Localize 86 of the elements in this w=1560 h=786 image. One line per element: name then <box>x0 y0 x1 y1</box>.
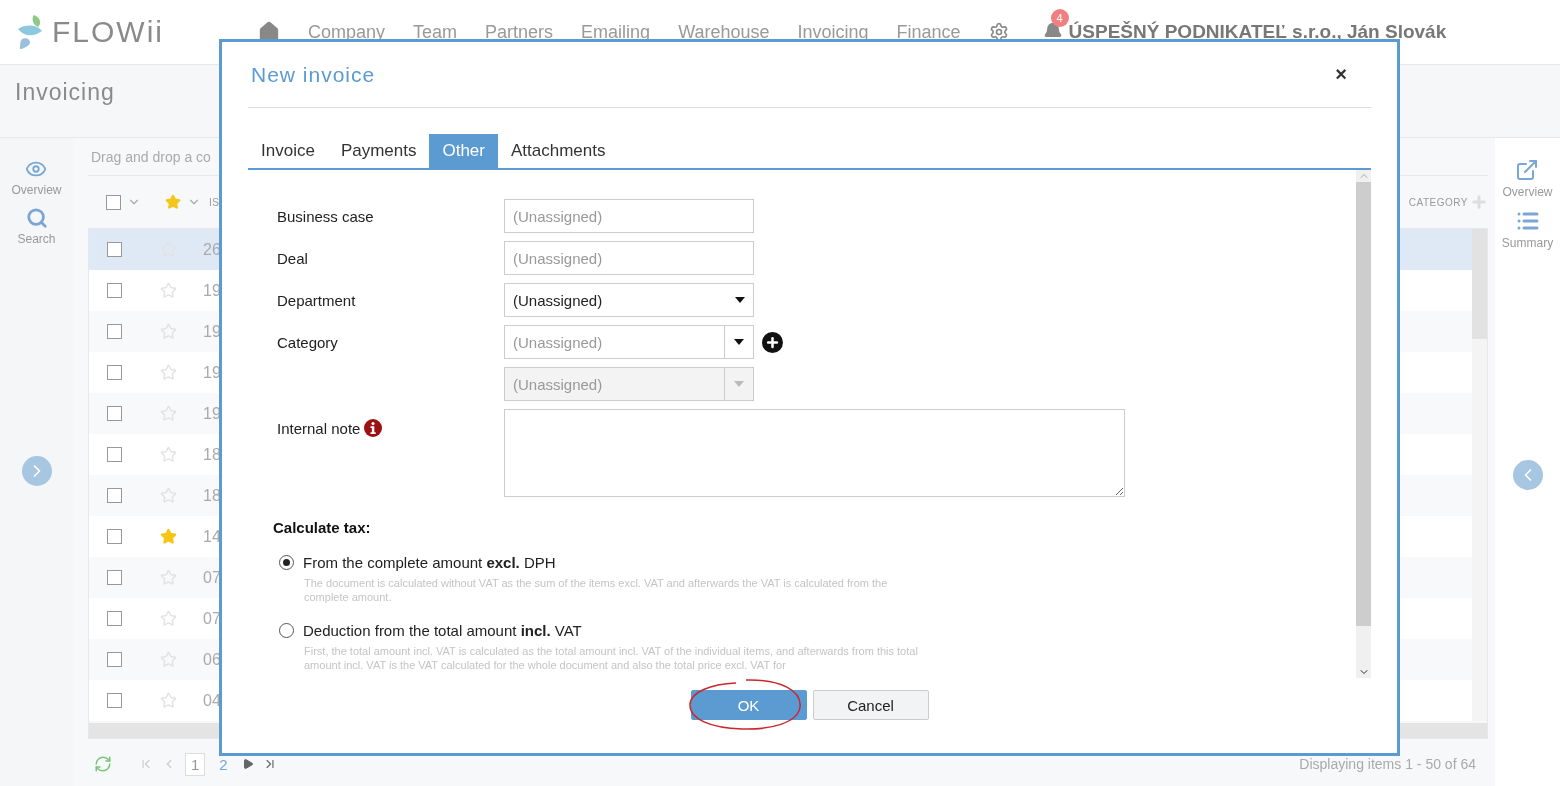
item-count: Displaying items 1 - 50 of 64 <box>1299 756 1476 772</box>
star-icon[interactable] <box>160 528 177 545</box>
logo-text: FLOWii <box>52 15 164 49</box>
nav-link[interactable]: Partners <box>485 21 554 43</box>
table-cell: 07 <box>203 568 221 587</box>
refresh-icon[interactable] <box>94 755 112 773</box>
star-icon[interactable] <box>160 405 177 422</box>
text-field[interactable]: (Unassigned) <box>504 199 754 233</box>
row-checkbox[interactable] <box>107 406 122 421</box>
first-page-icon[interactable] <box>139 757 153 771</box>
tab[interactable]: Other <box>429 134 498 168</box>
star-icon[interactable] <box>160 487 177 504</box>
add-column-icon[interactable] <box>1470 193 1488 211</box>
close-button[interactable]: × <box>1333 63 1349 86</box>
user-name[interactable]: ÚSPEŠNÝ PODNIKATEĽ s.r.o., Ján Slovák <box>1068 21 1447 43</box>
star-icon[interactable] <box>165 194 181 210</box>
section-heading: Calculate tax: <box>273 519 372 536</box>
table-cell: 07 <box>203 609 221 628</box>
plus-icon <box>765 334 780 350</box>
row-checkbox[interactable] <box>107 447 122 462</box>
star-icon[interactable] <box>160 692 177 709</box>
row-checkbox[interactable] <box>107 570 122 585</box>
vertical-scrollbar[interactable] <box>1356 170 1371 678</box>
nav-link[interactable]: Warehouse <box>678 21 770 43</box>
caret-icon <box>735 297 745 303</box>
row-checkbox[interactable] <box>107 611 122 626</box>
settings-icon[interactable] <box>988 22 1009 42</box>
sidebar-item[interactable]: Overview <box>1502 158 1553 199</box>
nav-link[interactable]: Team <box>413 21 458 43</box>
ok-button[interactable]: OK <box>690 690 807 720</box>
field-label: Department <box>276 291 357 309</box>
logo-icon <box>16 13 44 51</box>
text-field[interactable]: (Unassigned) <box>504 241 754 275</box>
star-icon[interactable] <box>160 610 177 627</box>
row-checkbox[interactable] <box>107 283 122 298</box>
sidebar-item[interactable]: Overview <box>11 158 62 197</box>
combo-field[interactable]: (Unassigned) <box>504 325 754 359</box>
row-checkbox[interactable] <box>107 242 122 257</box>
table-cell: 04 <box>203 691 221 710</box>
caret-icon <box>734 339 744 345</box>
info-icon <box>364 419 383 437</box>
column-header[interactable]: CATEGORY <box>1408 196 1468 208</box>
star-icon[interactable] <box>160 323 177 340</box>
external-link-icon <box>1515 158 1540 182</box>
row-checkbox[interactable] <box>107 324 122 339</box>
page-title: Invoicing <box>15 79 115 106</box>
star-icon[interactable] <box>160 651 177 668</box>
row-checkbox[interactable] <box>107 365 122 380</box>
star-icon[interactable] <box>160 569 177 586</box>
dialog-title: New invoice <box>251 62 376 87</box>
field-label: Internal note <box>277 419 361 437</box>
vertical-scrollbar[interactable] <box>1472 229 1487 721</box>
dropdown-value: (Unassigned) <box>513 291 603 309</box>
star-icon[interactable] <box>160 282 177 299</box>
caret-icon <box>734 381 744 387</box>
field-label: Business case <box>276 207 375 225</box>
column-header[interactable]: IS <box>209 196 220 208</box>
internal-note-field[interactable] <box>504 409 1125 497</box>
nav-link[interactable]: Company <box>308 21 386 43</box>
sidebar-item[interactable]: Search <box>17 207 56 246</box>
radio-label[interactable]: Deduction from the total amount incl. VAT <box>303 622 582 639</box>
row-checkbox[interactable] <box>107 529 122 544</box>
next-page-icon[interactable] <box>241 758 254 770</box>
row-checkbox[interactable] <box>107 693 122 708</box>
sidebar-item[interactable]: Summary <box>1501 209 1554 250</box>
page-button[interactable]: 1 <box>185 752 206 776</box>
dropdown-field[interactable]: (Unassigned) <box>504 283 754 317</box>
star-icon[interactable] <box>160 364 177 381</box>
page-button[interactable]: 2 <box>214 753 233 775</box>
expand-button[interactable] <box>21 456 52 486</box>
table-cell: 14 <box>203 527 221 546</box>
row-checkbox[interactable] <box>107 488 122 503</box>
star-icon[interactable] <box>160 446 177 463</box>
add-button[interactable] <box>762 331 783 353</box>
nav-link[interactable]: Emailing <box>581 21 651 43</box>
group-placeholder: Drag and drop a co <box>91 148 211 165</box>
nav-link[interactable]: Finance <box>896 21 961 43</box>
field-label: Deal <box>276 249 309 267</box>
search-icon <box>25 207 48 229</box>
header-checkbox[interactable] <box>106 194 121 210</box>
field-label: Category <box>276 333 339 351</box>
collapse-button[interactable] <box>1512 460 1543 490</box>
radio-label[interactable]: From the complete amount excl. DPH <box>303 554 556 571</box>
cancel-button[interactable]: Cancel <box>812 690 929 720</box>
notification-badge: 4 <box>1050 9 1069 27</box>
row-checkbox[interactable] <box>107 652 122 667</box>
